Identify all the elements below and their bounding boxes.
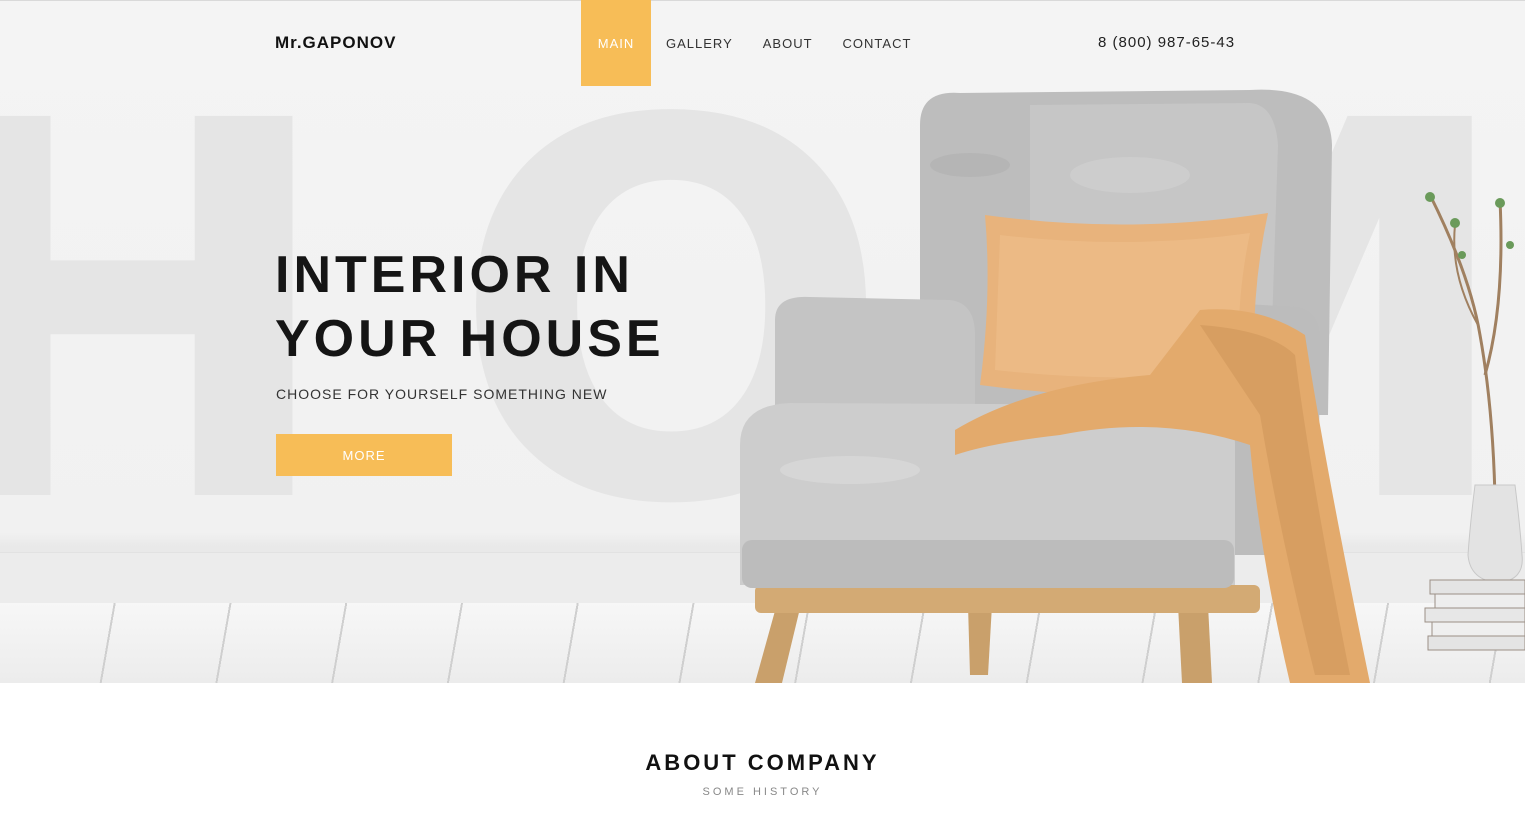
hero-headline-line-1: INTERIOR IN	[275, 246, 634, 304]
main-nav: MAIN GALLERY ABOUT CONTACT	[581, 0, 926, 86]
more-button[interactable]: MORE	[276, 434, 452, 476]
armchair-image	[740, 89, 1370, 683]
plant-decoration	[1424, 192, 1525, 651]
site-logo[interactable]: Mr.GAPONOV	[275, 33, 396, 53]
hero-subtitle: CHOOSE FOR YOURSELF SOMETHING NEW	[276, 386, 608, 402]
hero-section: HOME	[0, 0, 1525, 683]
hero-headline: INTERIOR IN YOUR HOUSE	[275, 243, 695, 371]
nav-item-gallery[interactable]: GALLERY	[651, 0, 748, 86]
about-section-subtitle: SOME HISTORY	[702, 786, 823, 798]
nav-item-contact[interactable]: CONTACT	[828, 0, 927, 86]
nav-item-about[interactable]: ABOUT	[748, 0, 828, 86]
about-section-title: ABOUT COMPANY	[645, 750, 880, 775]
nav-item-main[interactable]: MAIN	[581, 0, 651, 86]
hero-headline-line-2: YOUR HOUSE	[275, 310, 665, 368]
phone-number[interactable]: 8 (800) 987-65-43	[1098, 34, 1235, 51]
